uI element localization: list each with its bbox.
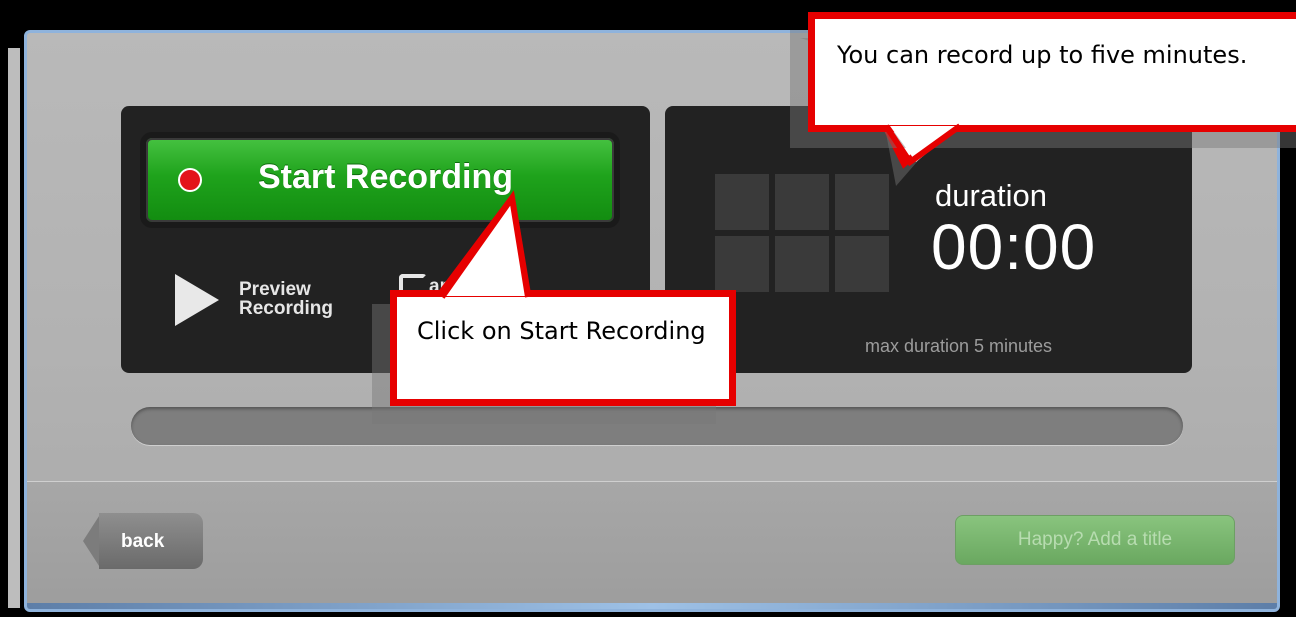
- callout-pointer-cover: [439, 123, 962, 299]
